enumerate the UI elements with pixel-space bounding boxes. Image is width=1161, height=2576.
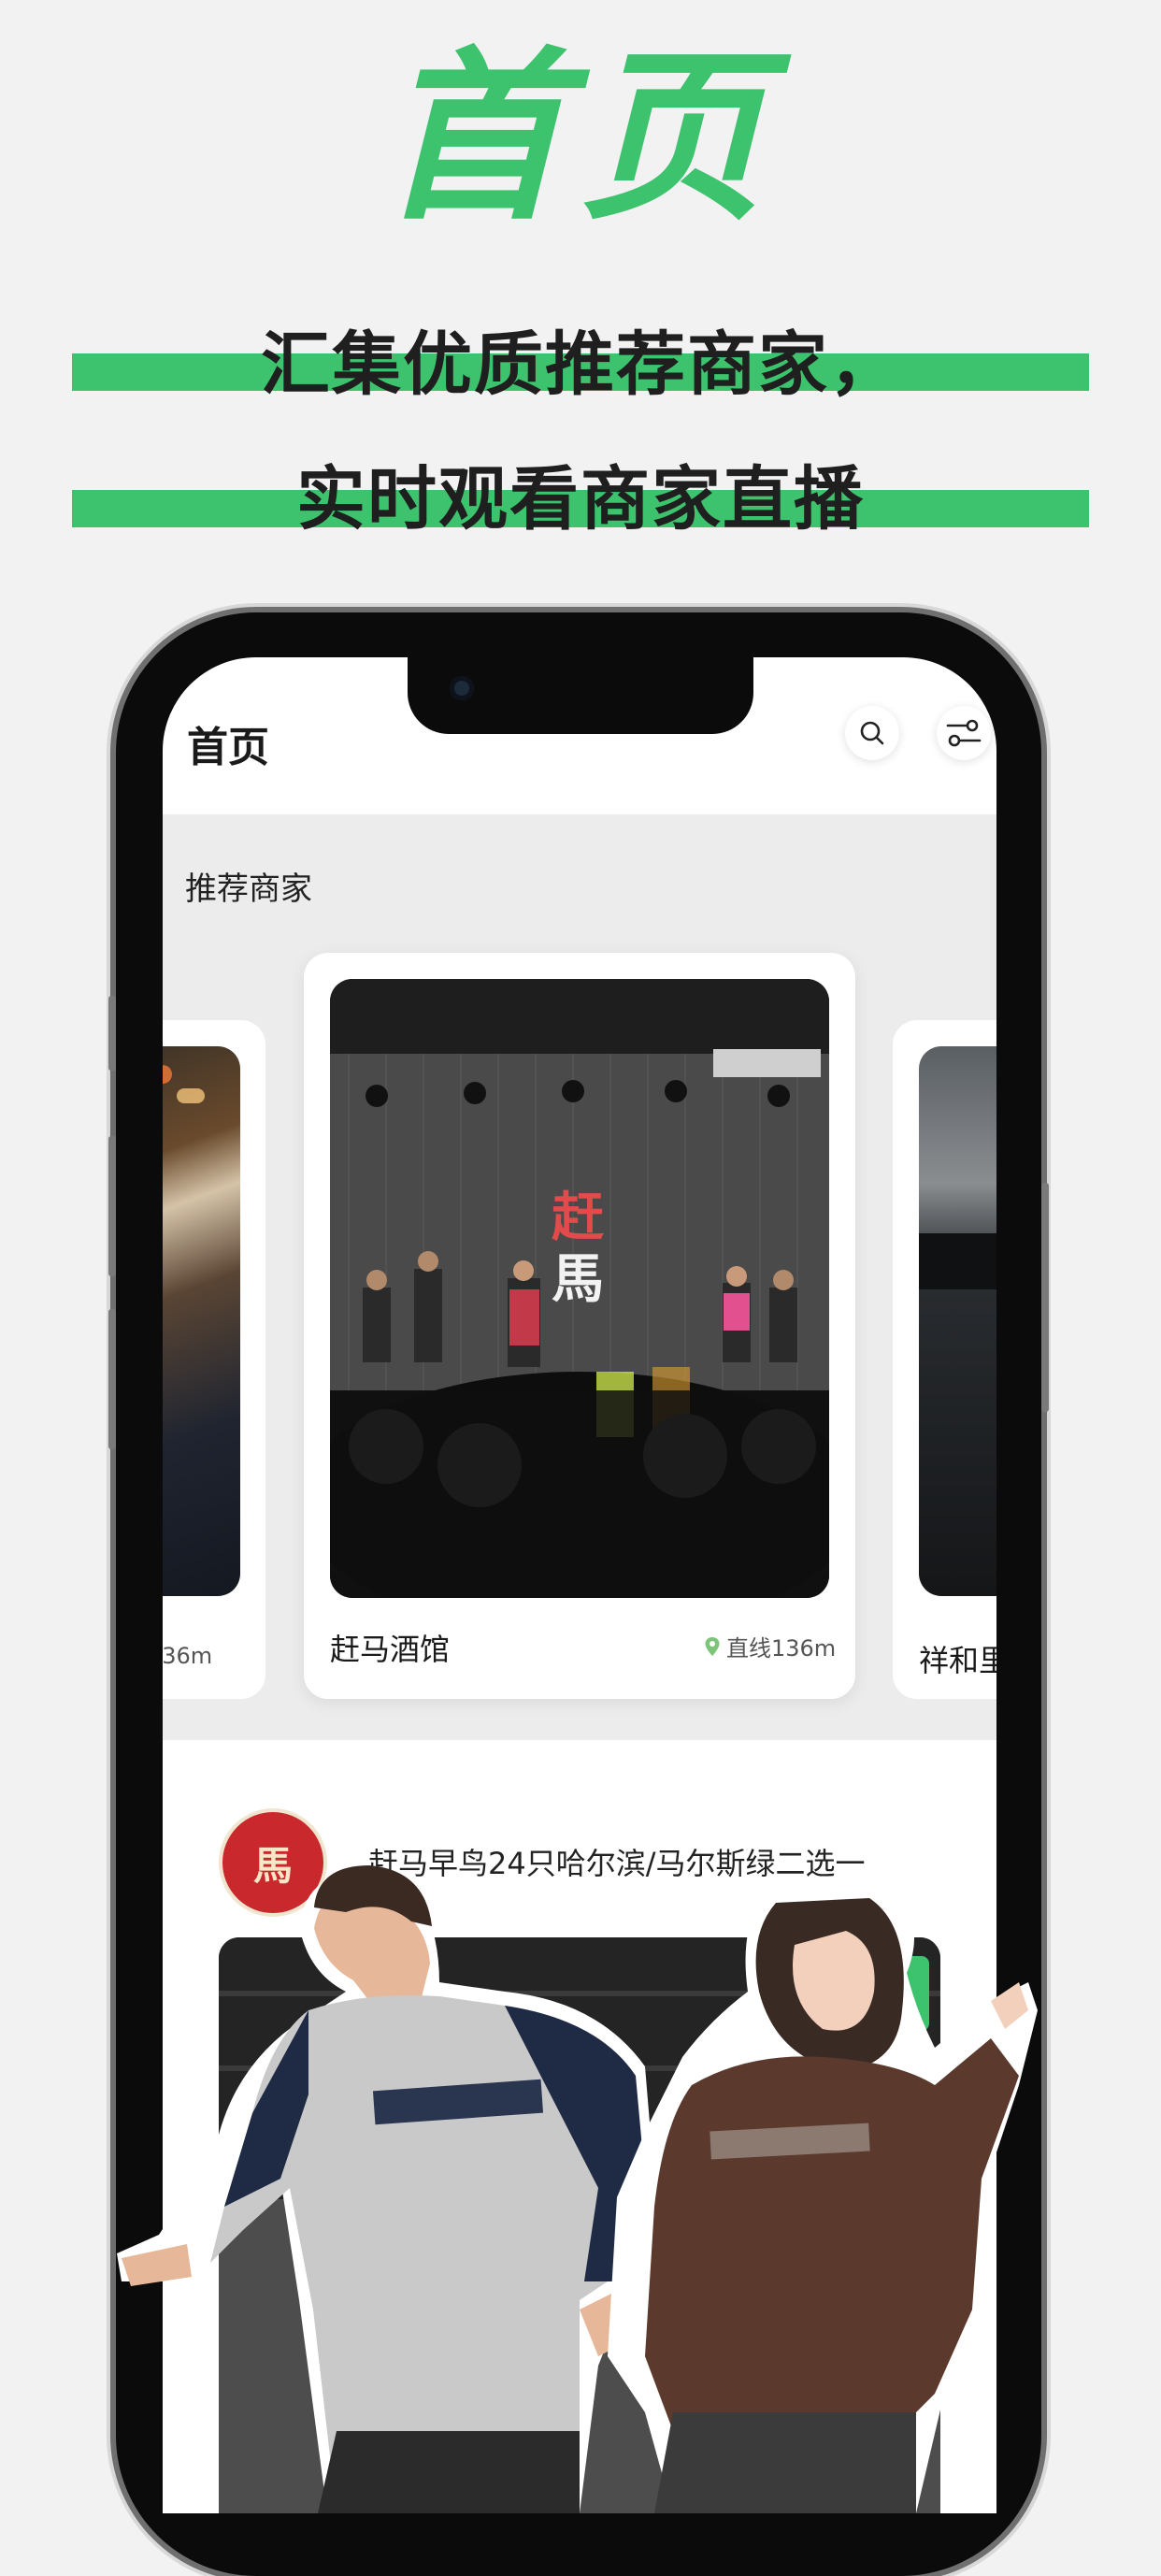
live-video-preview[interactable] <box>219 1937 940 2513</box>
merchant-card[interactable]: 祥和里 <box>893 1020 996 1699</box>
promo-slogan-line-1: 汇集优质推荐商家， <box>261 324 900 405</box>
merchant-photo <box>163 1046 240 1596</box>
merchant-logo-text: 馬 <box>252 1842 293 1889</box>
search-button[interactable] <box>845 706 899 760</box>
merchant-card[interactable]: 赶 馬 赶马酒馆 直线136m <box>304 953 855 1699</box>
video-scene <box>219 1937 940 2513</box>
phone-power-button <box>1041 1183 1049 1412</box>
merchant-distance: 线136m <box>163 1643 213 1669</box>
phone-notch <box>408 657 753 734</box>
phone-volume-down <box>108 1309 116 1449</box>
location-pin-icon <box>705 1636 720 1656</box>
promo-title: 首页 <box>380 32 781 245</box>
promo-slogan-line-2: 实时观看商家直播 <box>296 459 865 540</box>
bokeh-light <box>163 1065 172 1084</box>
filter-button[interactable] <box>937 706 991 760</box>
post-title: 赶马早鸟24只哈尔滨/马尔斯绿二选一 <box>368 1846 866 1881</box>
search-icon <box>860 721 884 745</box>
merchant-photo <box>919 1046 996 1596</box>
merchant-name: 赶马酒馆 <box>330 1632 451 1667</box>
page-title: 首页 <box>187 724 269 771</box>
filter-icon <box>946 719 982 747</box>
merchant-distance: 直线136m <box>704 1630 836 1662</box>
section-title: 推荐商家 <box>185 871 312 908</box>
live-post-card[interactable]: 馬 赶马早鸟24只哈尔滨/马尔斯绿二选一 <box>185 1784 978 2513</box>
phone-screen: 首页 推荐商家 线136m <box>163 657 996 2513</box>
phone-volume-up <box>108 1136 116 1276</box>
merchant-card[interactable]: 线136m <box>163 1020 265 1699</box>
merchant-logo: 馬 <box>219 1808 327 1917</box>
stage-sign-char: 赶 <box>552 1187 604 1248</box>
merchant-photo: 赶 馬 <box>330 979 829 1598</box>
stage-sign: 赶 馬 <box>540 1187 615 1310</box>
stage-sign-char: 馬 <box>552 1248 604 1310</box>
recommended-merchants-section: 推荐商家 线136m <box>163 814 996 1740</box>
merchant-name: 祥和里 <box>919 1643 996 1678</box>
phone-mute-switch <box>108 996 116 1071</box>
front-camera <box>450 676 474 700</box>
bokeh-light <box>177 1088 205 1103</box>
car-silhouette <box>919 1233 996 1289</box>
